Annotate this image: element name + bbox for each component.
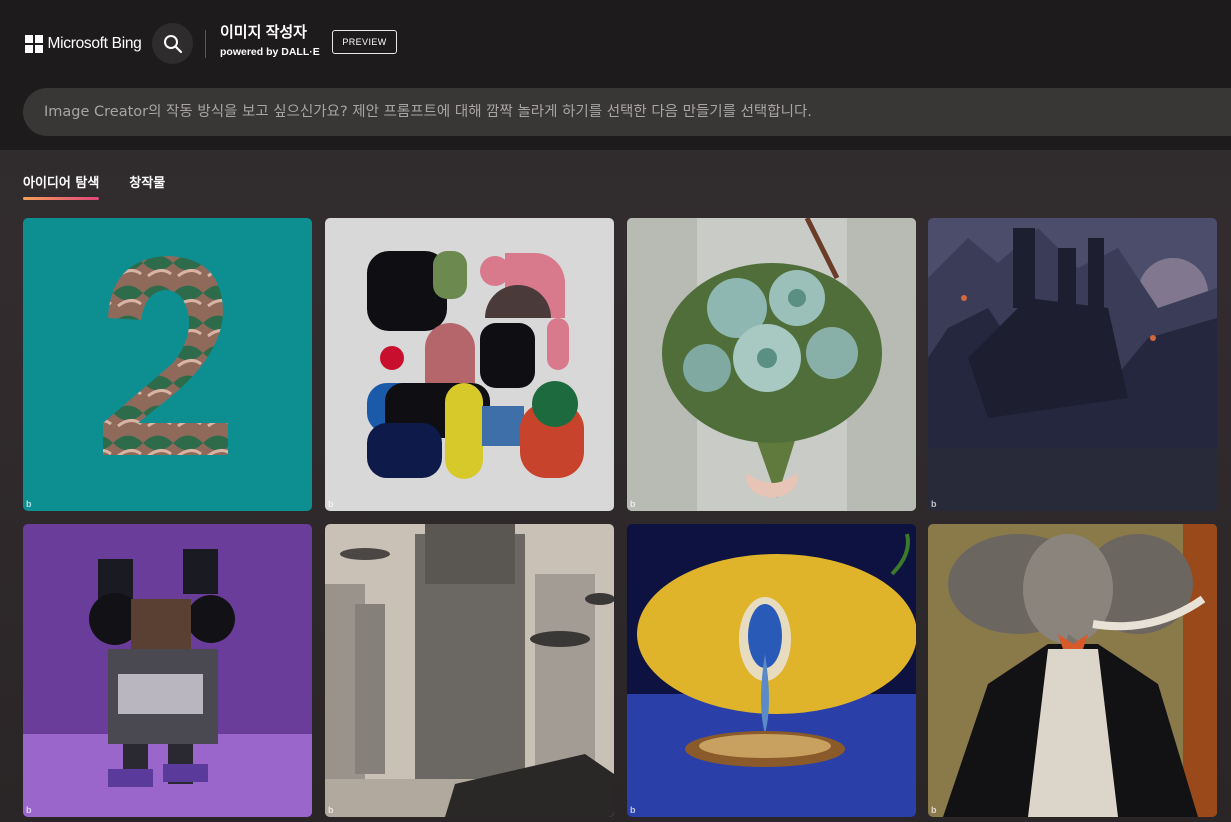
brand-link[interactable]: Microsoft Bing [25, 34, 142, 54]
preview-badge: PREVIEW [332, 30, 397, 54]
header: Microsoft Bing 이미지 작성자 powered by DALL·E… [0, 0, 1231, 150]
brand-name: Microsoft Bing [47, 35, 142, 52]
gallery-image-elephant[interactable]: b [928, 524, 1217, 817]
lemon-eye-image [627, 524, 916, 817]
tab-explore-ideas[interactable]: 아이디어 탐색 [23, 172, 100, 200]
purple-robot-image [23, 524, 312, 817]
elephant-image [928, 524, 1217, 817]
gallery-image-castle[interactable]: b [928, 218, 1217, 511]
image-gallery: b b b b b b b b [23, 218, 1231, 822]
futuristic-city-image [325, 524, 614, 817]
page: Microsoft Bing 이미지 작성자 powered by DALL·E… [0, 0, 1231, 822]
gallery-image-succulent-bouquet[interactable]: b [627, 218, 916, 511]
title-block[interactable]: 이미지 작성자 powered by DALL·E [220, 24, 320, 59]
castle-image [928, 218, 1217, 511]
bing-watermark: b [26, 805, 32, 815]
succulent-bouquet-image [627, 218, 916, 511]
gallery-image-number-two[interactable]: b [23, 218, 312, 511]
prompt-input[interactable] [44, 104, 1224, 120]
bing-watermark: b [328, 499, 334, 509]
tab-bar: 아이디어 탐색 창작물 [23, 172, 195, 200]
bing-watermark: b [26, 499, 32, 509]
gallery-image-futuristic-city[interactable]: b [325, 524, 614, 817]
microsoft-logo-icon [25, 35, 43, 53]
page-title: 이미지 작성자 [220, 24, 307, 41]
page-subtitle: powered by DALL·E [220, 46, 320, 58]
bing-watermark: b [931, 805, 937, 815]
bing-watermark: b [630, 499, 636, 509]
search-icon [163, 34, 182, 53]
abstract-shapes-image [325, 218, 614, 511]
bing-watermark: b [328, 805, 334, 815]
bing-watermark: b [630, 805, 636, 815]
header-divider [205, 30, 206, 58]
gallery-image-abstract-shapes[interactable]: b [325, 218, 614, 511]
number-two-image [23, 218, 312, 511]
tab-creations[interactable]: 창작물 [129, 172, 165, 200]
gallery-image-purple-robot[interactable]: b [23, 524, 312, 817]
prompt-bar [23, 88, 1231, 136]
search-button[interactable] [152, 23, 193, 64]
bing-watermark: b [931, 499, 937, 509]
gallery-image-lemon-eye[interactable]: b [627, 524, 916, 817]
